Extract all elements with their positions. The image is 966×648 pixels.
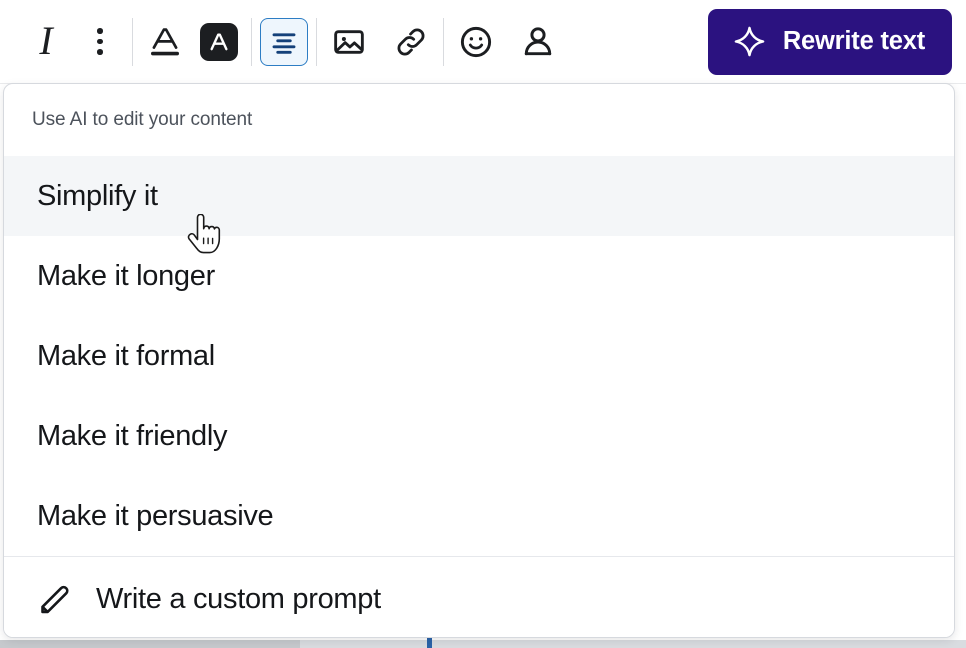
text-color-a-underline-icon: [150, 27, 180, 55]
rewrite-text-label: Rewrite text: [782, 27, 925, 55]
insert-image-button[interactable]: [325, 18, 373, 66]
menu-item-label: Make it friendly: [37, 419, 228, 452]
editor-toolbar: I Rewrite text: [0, 0, 966, 84]
pencil-icon: [34, 580, 74, 620]
insert-link-button[interactable]: [387, 18, 435, 66]
text-selection-highlight: [0, 640, 300, 648]
smiley-icon: [460, 26, 492, 57]
more-options-button[interactable]: [76, 18, 124, 66]
menu-item-label: Make it longer: [37, 259, 215, 292]
person-icon: [524, 26, 552, 55]
mention-person-button[interactable]: [514, 18, 562, 66]
menu-item-simplify-it[interactable]: Simplify it: [4, 156, 954, 236]
menu-item-label: Make it formal: [37, 339, 215, 372]
menu-item-label: Make it persuasive: [37, 499, 274, 532]
toolbar-separator: [132, 17, 133, 66]
highlight-color-button[interactable]: [195, 18, 243, 66]
link-icon: [397, 28, 425, 55]
ai-rewrite-dropdown: Use AI to edit your content Simplify it …: [3, 83, 955, 638]
vertical-dots-icon: [97, 28, 103, 55]
text-selection-highlight-secondary: [300, 640, 966, 648]
menu-item-label: Write a custom prompt: [96, 583, 381, 615]
dropdown-item-list: Simplify it Make it longer Make it forma…: [4, 156, 954, 556]
text-highlight-a-icon: [200, 22, 238, 61]
toolbar-separator: [316, 17, 317, 66]
italic-button[interactable]: I: [22, 18, 70, 66]
app-root: I Rewrite text Use AI to edit your conte…: [0, 0, 966, 648]
menu-item-label: Simplify it: [37, 179, 158, 212]
italic-icon: I: [39, 17, 53, 63]
toolbar-separator: [443, 17, 444, 66]
image-icon: [334, 29, 364, 54]
menu-item-make-it-persuasive[interactable]: Make it persuasive: [4, 476, 954, 556]
rewrite-text-button[interactable]: Rewrite text: [707, 8, 952, 75]
sparkle-icon: [734, 26, 765, 57]
align-center-button[interactable]: [260, 17, 308, 66]
toolbar-separator: [251, 17, 252, 66]
align-center-icon: [272, 32, 296, 54]
menu-item-make-it-friendly[interactable]: Make it friendly: [4, 396, 954, 476]
menu-item-make-it-formal[interactable]: Make it formal: [4, 316, 954, 396]
menu-item-write-custom-prompt[interactable]: Write a custom prompt: [4, 557, 954, 637]
insert-emoji-button[interactable]: [452, 18, 500, 66]
text-color-button[interactable]: [141, 18, 189, 66]
text-caret: [427, 638, 432, 648]
dropdown-header: Use AI to edit your content: [32, 109, 253, 130]
menu-item-make-it-longer[interactable]: Make it longer: [4, 236, 954, 316]
